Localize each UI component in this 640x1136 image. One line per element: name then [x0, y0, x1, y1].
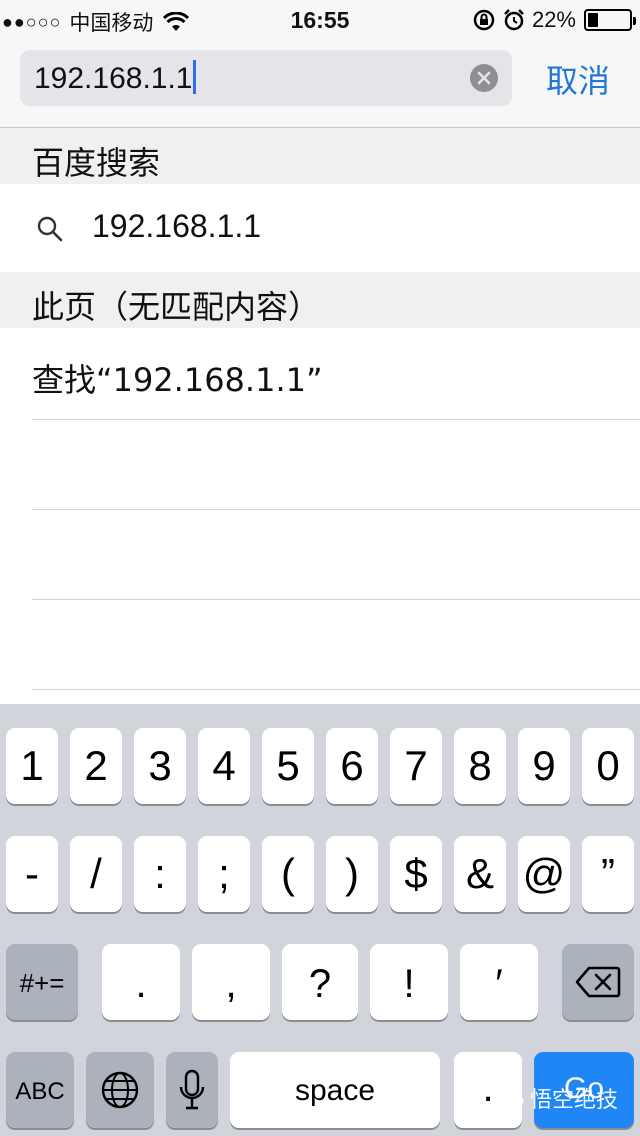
key-label: 8 — [468, 742, 492, 789]
key-label: ” — [601, 850, 615, 897]
key-apostrophe[interactable]: ′ — [460, 944, 538, 1020]
microphone-icon — [179, 1069, 205, 1110]
key-label: . — [135, 962, 147, 1006]
clear-button[interactable] — [470, 64, 498, 92]
symbols-toggle-key[interactable]: #+= — [6, 944, 78, 1020]
key-label: ! — [403, 962, 415, 1006]
key-label: ; — [218, 850, 230, 897]
find-in-page-text: 查找“192.168.1.1” — [32, 361, 323, 399]
key-ampersand[interactable]: & — [454, 836, 506, 912]
key-label: 6 — [340, 742, 364, 789]
key-slash[interactable]: / — [70, 836, 122, 912]
keyboard: 1 2 3 4 5 6 7 8 9 0 - / : ; ( ) $ & @ ” … — [0, 704, 640, 1136]
key-label: & — [465, 850, 494, 897]
list-divider — [32, 689, 640, 690]
key-label: #+= — [19, 968, 65, 998]
key-0[interactable]: 0 — [582, 728, 634, 804]
address-search-field[interactable]: 192.168.1.1 — [20, 50, 512, 106]
key-label: : — [154, 850, 166, 897]
alarm-icon — [504, 9, 524, 31]
key-9[interactable]: 9 — [518, 728, 570, 804]
key-label: ? — [308, 962, 332, 1006]
key-3[interactable]: 3 — [134, 728, 186, 804]
key-label: / — [90, 850, 102, 897]
wechat-icon — [494, 1087, 524, 1109]
backspace-icon — [575, 966, 621, 998]
status-bar: ●●○○○ 中国移动 16:55 22% — [0, 0, 640, 40]
battery-icon — [584, 9, 636, 31]
this-page-title: 此页（无匹配内容） — [32, 288, 321, 326]
key-comma[interactable]: , — [192, 944, 270, 1020]
space-key[interactable]: space — [230, 1052, 440, 1128]
this-page-section-header: 此页（无匹配内容） — [0, 272, 640, 328]
key-open-paren[interactable]: ( — [262, 836, 314, 912]
list-divider — [32, 509, 640, 510]
dictation-key[interactable] — [166, 1052, 218, 1128]
key-question[interactable]: ? — [282, 944, 358, 1020]
search-input-text: 192.168.1.1 — [34, 62, 193, 95]
key-label: 9 — [532, 742, 556, 789]
baidu-suggestion-text: 192.168.1.1 — [92, 208, 262, 244]
key-8[interactable]: 8 — [454, 728, 506, 804]
globe-key[interactable] — [86, 1052, 154, 1128]
key-label: 7 — [404, 742, 428, 789]
status-right: 22% — [472, 7, 636, 33]
key-label: , — [225, 962, 237, 1006]
key-label: 4 — [212, 742, 236, 789]
baidu-search-title: 百度搜索 — [32, 144, 161, 182]
search-header: 192.168.1.1 取消 — [0, 40, 640, 128]
key-label: ′ — [495, 962, 503, 1006]
key-semicolon[interactable]: ; — [198, 836, 250, 912]
watermark: 悟空绝技 — [494, 1082, 618, 1114]
key-period[interactable]: . — [102, 944, 180, 1020]
key-exclamation[interactable]: ! — [370, 944, 448, 1020]
rotation-lock-icon — [473, 9, 495, 31]
delete-key[interactable] — [562, 944, 634, 1020]
battery-percent: 22% — [531, 7, 576, 32]
list-divider — [32, 419, 640, 420]
key-6[interactable]: 6 — [326, 728, 378, 804]
key-7[interactable]: 7 — [390, 728, 442, 804]
globe-icon — [101, 1071, 139, 1109]
key-label: - — [25, 850, 39, 897]
key-at[interactable]: @ — [518, 836, 570, 912]
cancel-button[interactable]: 取消 — [546, 56, 610, 102]
key-label: 5 — [276, 742, 300, 789]
search-icon — [37, 216, 63, 242]
key-label: 2 — [84, 742, 108, 789]
search-input[interactable]: 192.168.1.1 — [34, 60, 197, 96]
baidu-search-section-header: 百度搜索 — [0, 128, 640, 184]
key-label: $ — [404, 850, 428, 897]
key-colon[interactable]: : — [134, 836, 186, 912]
key-5[interactable]: 5 — [262, 728, 314, 804]
key-hyphen[interactable]: - — [6, 836, 58, 912]
baidu-suggestion-row[interactable]: 192.168.1.1 — [0, 184, 640, 272]
key-quote[interactable]: ” — [582, 836, 634, 912]
text-caret — [193, 60, 197, 95]
key-label: 0 — [596, 742, 620, 789]
key-label: @ — [522, 850, 566, 897]
key-label: ABC — [15, 1078, 65, 1105]
key-4[interactable]: 4 — [198, 728, 250, 804]
clear-icon — [477, 71, 491, 85]
key-dollar[interactable]: $ — [390, 836, 442, 912]
key-1[interactable]: 1 — [6, 728, 58, 804]
battery-level-fill — [588, 13, 598, 27]
key-label: space — [294, 1074, 376, 1107]
find-in-page-row[interactable]: 查找“192.168.1.1” — [0, 328, 640, 418]
abc-key[interactable]: ABC — [6, 1052, 74, 1128]
key-close-paren[interactable]: ) — [326, 836, 378, 912]
key-label: 1 — [20, 742, 44, 789]
key-label: ( — [281, 850, 295, 897]
list-divider — [32, 599, 640, 600]
key-label: ) — [345, 850, 359, 897]
key-label: 3 — [148, 742, 172, 789]
watermark-text: 悟空绝技 — [529, 1088, 618, 1113]
key-2[interactable]: 2 — [70, 728, 122, 804]
